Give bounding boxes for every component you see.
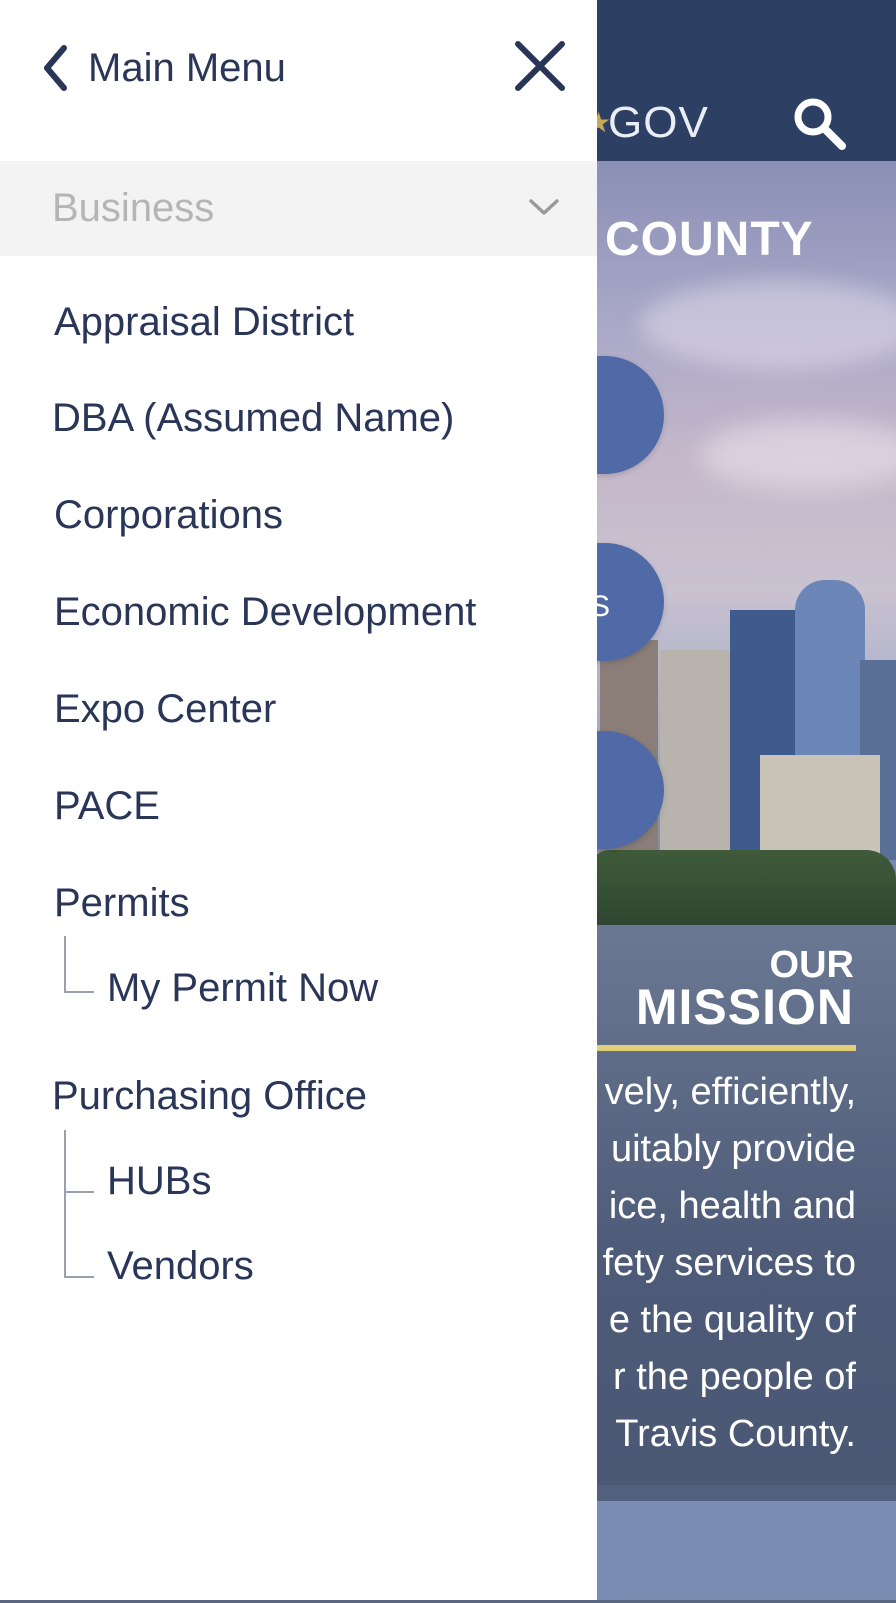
site-logo-text: GOV — [608, 98, 709, 147]
mission-line: ice, health and — [608, 1185, 856, 1227]
chevron-down-icon — [529, 199, 559, 215]
tree-connector — [64, 936, 66, 992]
menu-item-expo-center[interactable]: Expo Center — [54, 687, 276, 732]
tree-connector — [64, 1130, 66, 1278]
menu-item-permits[interactable]: Permits — [54, 881, 190, 926]
tree-connector — [64, 1276, 94, 1278]
menu-subitem-hubs[interactable]: HUBs — [107, 1159, 211, 1204]
search-icon[interactable] — [790, 94, 848, 152]
mission-underline — [590, 1045, 856, 1051]
mission-line: Travis County. — [615, 1413, 856, 1455]
back-to-main-menu-button[interactable]: Main Menu — [40, 40, 286, 96]
menu-item-appraisal-district[interactable]: Appraisal District — [54, 300, 354, 345]
county-title: COUNTY — [605, 213, 814, 266]
back-button-label: Main Menu — [88, 45, 286, 90]
menu-item-purchasing-office[interactable]: Purchasing Office — [52, 1074, 367, 1119]
mission-line: e the quality of — [608, 1299, 856, 1341]
menu-item-dba[interactable]: DBA (Assumed Name) — [52, 396, 454, 441]
menu-subitem-vendors[interactable]: Vendors — [107, 1244, 254, 1289]
mission-line: r the people of — [613, 1356, 856, 1398]
close-icon[interactable] — [514, 40, 566, 92]
mission-text: vely, efficiently, uitably provide ice, … — [598, 1064, 856, 1463]
drawer-header: Main Menu — [0, 0, 597, 161]
mission-line: uitably provide — [610, 1128, 856, 1170]
section-toggle-business[interactable]: Business — [0, 161, 597, 256]
mission-line: fety services to — [602, 1242, 856, 1284]
menu-subitem-my-permit-now[interactable]: My Permit Now — [107, 966, 378, 1011]
tree-connector — [64, 1191, 94, 1193]
chevron-left-icon — [40, 42, 70, 94]
section-label: Business — [52, 186, 215, 230]
menu-item-economic-development[interactable]: Economic Development — [54, 590, 476, 635]
menu-item-corporations[interactable]: Corporations — [54, 493, 283, 538]
mission-line: vely, efficiently, — [604, 1071, 856, 1113]
menu-item-pace[interactable]: PACE — [54, 784, 160, 829]
tree-connector — [64, 991, 94, 993]
mission-heading: MISSION — [635, 979, 854, 1035]
tree-line — [590, 850, 896, 930]
navigation-drawer: Main Menu Business Appraisal District DB… — [0, 0, 597, 1603]
